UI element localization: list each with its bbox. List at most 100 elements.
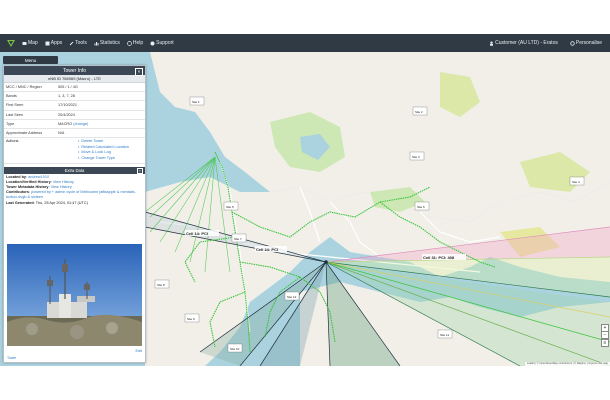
site-marker[interactable]: Site 10 (227, 343, 243, 353)
nav-support[interactable]: Support (150, 40, 174, 46)
chart-icon (94, 41, 99, 45)
info-value: MACRO (change) (58, 122, 145, 126)
navbar-right: Customer (AU LTD) - Eratos Personalise (477, 34, 602, 52)
question-icon (150, 41, 155, 45)
extra-data-title: Extra Data (64, 167, 85, 173)
nav-apps-label: Apps (50, 40, 63, 46)
meta-key: Tower Metadata History (6, 184, 49, 189)
site-marker[interactable]: Site 5 (223, 201, 239, 211)
nav-help-label: Help (132, 40, 144, 46)
svg-text:Site 7: Site 7 (234, 237, 242, 241)
meta-key: Contributors (6, 190, 29, 195)
nav-statistics[interactable]: Statistics (94, 40, 120, 46)
account-menu[interactable]: Customer (AU LTD) - Eratos (489, 40, 558, 46)
gear-icon (570, 40, 575, 46)
info-value: N/A (58, 131, 65, 136)
site-marker[interactable]: Site 1 (189, 96, 205, 106)
site-marker[interactable]: Site 7 (231, 233, 247, 243)
svg-text:Site 4: Site 4 (572, 180, 580, 184)
actions-list: Delete Tower Related Calculated Location… (78, 139, 129, 161)
tower-info-panel: Tower Info × eNB ID 766969 (Macro) - LTE… (3, 65, 146, 363)
last-generated-value: Thu, 25 Apr 2024, 01:47 (UTC) (35, 200, 88, 205)
info-value: 1, 3, 7, 28 (58, 94, 75, 99)
site-marker[interactable]: Site 12 (284, 291, 300, 301)
site-marker[interactable]: Site 3 (409, 151, 425, 161)
cell-label-3: Cell 31: PCI: 408 (423, 255, 455, 260)
site-marker[interactable]: Site 8 (154, 279, 170, 289)
extra-data-header: Extra Data × (4, 166, 145, 174)
user-icon (490, 41, 494, 46)
nav-apps[interactable]: Apps (45, 40, 62, 46)
site-marker[interactable]: Site 9 (184, 313, 200, 323)
nav-map[interactable]: Map (22, 40, 38, 46)
navbar: Map Apps Tools Statistics Help Support C… (0, 34, 610, 52)
info-value: 20/4/2024 (58, 112, 75, 117)
cell-label-1: Cell 14: PCI (186, 231, 208, 236)
footer-link[interactable]: Tower (7, 356, 16, 360)
nav-statistics-label: Statistics (99, 40, 120, 46)
meta-last-generated: Last Generated: Thu, 25 Apr 2024, 01:47 … (6, 200, 88, 205)
info-key: Approximate Address (6, 131, 43, 136)
info-row-type: Type MACRO (change) (4, 120, 145, 129)
nav-help[interactable]: Help (126, 40, 144, 46)
change-type-link[interactable]: (change) (73, 122, 88, 126)
close-icon[interactable]: × (135, 67, 143, 76)
nav-tools[interactable]: Tools (69, 40, 87, 46)
info-row-last-seen: Last Seen 20/4/2024 (4, 111, 145, 120)
nav-support-label: Support (156, 40, 174, 46)
info-key: Type (6, 121, 15, 126)
map-attribution[interactable]: Leaflet | © OpenStreetMap contributors |… (524, 362, 610, 366)
info-value: 17/10/2021 (58, 103, 78, 108)
info-row-address: Approximate Address N/A (4, 129, 145, 139)
actions-label: Actions (6, 139, 19, 144)
meta-key: Location/Verified History (6, 179, 51, 184)
tower-photo[interactable] (7, 244, 142, 346)
svg-text:Site 12: Site 12 (287, 295, 297, 299)
edit-link[interactable]: Edit (135, 349, 142, 353)
info-key: Bands (6, 94, 17, 99)
panel-subtitle: eNB ID 766969 (Macro) - LTE (4, 75, 145, 83)
collapse-icon[interactable]: × (136, 167, 143, 174)
site-marker[interactable]: Site 2 (412, 106, 428, 116)
svg-text:Site 10: Site 10 (230, 347, 240, 351)
meta-contributors: Contributors: powered by + admin cycle o… (6, 190, 136, 200)
info-row-mcc: MCC / MNC / Region 505 / 1 / 4G (4, 83, 145, 93)
panel-header: Tower Info × (4, 66, 145, 76)
info-row-first-seen: First Seen 17/10/2021 (4, 101, 145, 111)
logo-icon[interactable] (6, 38, 16, 48)
info-key: First Seen (6, 103, 24, 108)
account-label: Customer (AU LTD) - Eratos (495, 40, 558, 46)
settings-label: Personalise (575, 40, 602, 46)
site-marker[interactable]: Site 11 (437, 329, 453, 339)
nav-map-label: Map (28, 40, 38, 46)
apps-icon (45, 41, 50, 45)
located-by-link[interactable]: andrew1010 (28, 175, 49, 179)
action-change-type[interactable]: Change Tower Type (78, 156, 129, 162)
zoom-out-button[interactable]: − (601, 331, 609, 339)
info-row-bands: Bands 1, 3, 7, 28 (4, 92, 145, 102)
svg-text:Site 6: Site 6 (417, 205, 425, 209)
extra-data-meta: Located by: andrew1010 Location/Verified… (4, 174, 145, 207)
location-history-link[interactable]: View History (53, 180, 74, 184)
type-value: MACRO (58, 121, 73, 126)
svg-text:Site 3: Site 3 (412, 155, 420, 159)
svg-text:Site 5: Site 5 (226, 205, 234, 209)
meta-key: Last Generated (6, 200, 34, 205)
site-marker[interactable]: Site 4 (569, 176, 585, 186)
map-icon (22, 41, 27, 45)
settings-menu[interactable]: Personalise (570, 40, 602, 46)
menu-tab-label: Menu (24, 57, 37, 63)
app-window: Map Apps Tools Statistics Help Support C… (0, 34, 610, 366)
wrench-icon (69, 41, 74, 45)
tower-marker[interactable] (324, 260, 328, 264)
tower-history-link[interactable]: View History (51, 185, 72, 189)
menu-tab[interactable]: Menu (3, 56, 58, 64)
layers-button[interactable]: ≡ (601, 339, 609, 347)
svg-text:Site 1: Site 1 (192, 100, 200, 104)
info-value: 505 / 1 / 4G (58, 85, 78, 90)
svg-text:Site 2: Site 2 (415, 110, 423, 114)
nav-tools-label: Tools (75, 40, 87, 46)
svg-text:Site 11: Site 11 (440, 333, 449, 337)
site-marker[interactable]: Site 6 (414, 201, 430, 211)
cell-label-2: Cell 24: PCI (256, 247, 278, 252)
